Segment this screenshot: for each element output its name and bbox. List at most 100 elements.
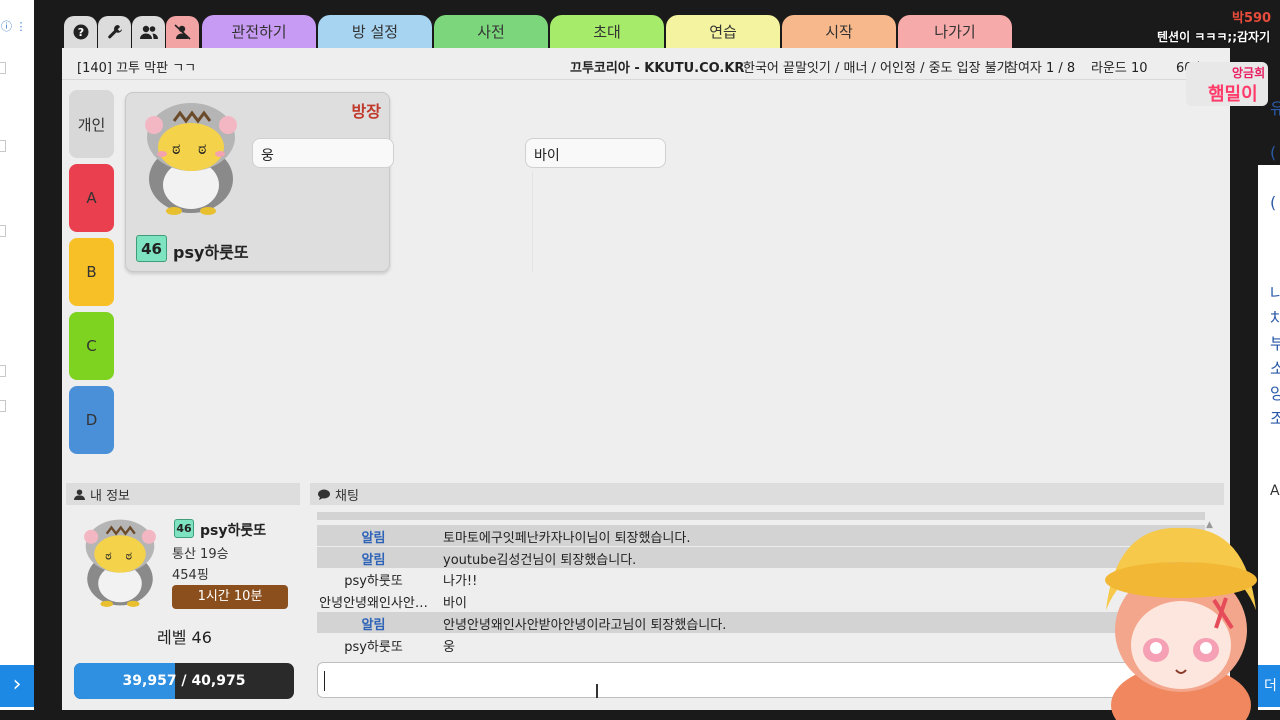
chat-sender: psy하룻또: [344, 574, 403, 589]
chat-title: 채팅: [335, 488, 359, 504]
chat-row: psy하룻또 웅: [317, 634, 1205, 655]
tab-room-settings[interactable]: 방 설정: [318, 15, 432, 48]
exp-text: 39,957 / 40,975: [122, 673, 246, 689]
panel-edge: [0, 62, 6, 74]
panel-char: 부: [1270, 334, 1280, 353]
panel-char: 나: [1270, 284, 1280, 303]
logo-text-top: 앙금희: [1232, 66, 1266, 80]
host-label: 방장: [351, 102, 381, 121]
tab-label: 나가기: [934, 23, 976, 41]
chat-row: 알림 토마토에구잇페난카자나이님이 퇴장했습니다. 오: [317, 525, 1205, 546]
chevron-right-icon[interactable]: ›: [0, 665, 34, 707]
empty-slot-speech-bubble: 바이: [525, 138, 666, 168]
chat-header: 채팅: [310, 483, 1224, 505]
level-badge: 46: [136, 235, 167, 262]
team-d-button[interactable]: D: [69, 386, 114, 454]
divider: [532, 172, 533, 272]
chat-bubble-icon: [318, 489, 330, 500]
team-label: D: [85, 411, 98, 429]
chat-sender: 알림: [361, 618, 386, 633]
tab-label: 시작: [825, 23, 853, 41]
svg-text:?: ?: [77, 26, 83, 39]
help-icon[interactable]: ?: [64, 16, 97, 48]
chat-row: 알림 youtube김성건님이 퇴장했습니다.: [317, 547, 1205, 568]
mouse-ibeam-cursor: [596, 684, 598, 698]
chat-input[interactable]: [317, 662, 1152, 698]
stream-chat-line: 텐션이 ㅋㅋㅋ;;감자기: [1157, 30, 1271, 44]
wrench-icon[interactable]: [98, 16, 131, 48]
bubble-text: 바이: [534, 148, 560, 164]
screen: { "topbar": { "icons": ["help-icon", "wr…: [0, 0, 1280, 720]
panel-edge: [0, 400, 6, 412]
info-icon: ⓘ ⋮: [1, 20, 27, 33]
exp-current: 39,957: [122, 673, 177, 689]
logo-text-main: 햄밀이: [1208, 84, 1258, 105]
users-icon[interactable]: [132, 16, 165, 48]
panel-char: 양: [1270, 384, 1280, 403]
level-badge-small: 46: [174, 519, 194, 538]
team-label: 개인: [77, 115, 106, 134]
chat-row: psy하룻또 나가!!: [317, 568, 1205, 589]
room-title: [140] 끄투 막판 ㄱㄱ: [77, 61, 197, 76]
chat-row: 알림 안녕안녕왜인사안받아안녕이라고님이 퇴장했습니다.: [317, 612, 1205, 633]
chat-sender: psy하룻또: [344, 640, 403, 655]
svg-text:ಠ: ಠ: [172, 139, 180, 158]
chat-message: youtube김성건님이 퇴장했습니다.: [443, 553, 637, 568]
team-a-button[interactable]: A: [69, 164, 114, 232]
streamer-logo: 앙금희 햄밀이: [1186, 62, 1268, 106]
chat-sender: 알림: [361, 553, 386, 568]
team-c-button[interactable]: C: [69, 312, 114, 380]
panel-char: A: [1270, 483, 1280, 499]
room-info-bar: [140] 끄투 막판 ㄱㄱ 끄투코리아 - KKUTU.CO.KR 한국어 끝…: [62, 48, 1230, 80]
chat-sender: 안녕안녕왜인사안…: [319, 596, 428, 611]
browser-left-panel: ⓘ ⋮: [0, 0, 34, 710]
win-record: 통산 19승: [172, 547, 229, 562]
panel-edge: [0, 140, 6, 152]
bubble-text: 웅: [261, 148, 274, 164]
chat-row: 안녕안녕왜인사안… 바이: [317, 590, 1205, 611]
tab-exit[interactable]: 나가기: [898, 15, 1012, 48]
team-solo-button[interactable]: 개인: [69, 90, 114, 158]
penguin-avatar: ಠ ಠ: [145, 103, 237, 215]
chat-message: 토마토에구잇페난카자나이님이 퇴장했습니다.: [443, 531, 691, 546]
panel-char: (: [1270, 143, 1277, 162]
team-label: C: [86, 337, 97, 355]
tab-invite[interactable]: 초대: [550, 15, 664, 48]
chat-message: 안녕안녕왜인사안받아안녕이라고님이 퇴장했습니다.: [443, 618, 727, 633]
player-speech-bubble: 웅: [252, 138, 394, 168]
panel-char: 유: [1270, 99, 1280, 118]
tab-practice[interactable]: 연습: [666, 15, 780, 48]
level-text: 레벨 46: [157, 628, 212, 647]
chat-row-partial: [317, 512, 1205, 520]
tab-label: 초대: [593, 23, 621, 41]
tab-label: 방 설정: [351, 23, 399, 41]
svg-text:ಠ: ಠ: [105, 547, 112, 562]
tab-label: 연습: [709, 23, 737, 41]
tab-start[interactable]: 시작: [782, 15, 896, 48]
my-info-title: 내 정보: [90, 488, 131, 504]
round-count: 라운드 10: [1091, 61, 1148, 76]
top-menu-bar: ? 관전하기 방 설정 사전 초대 연습 시작 나가기: [62, 12, 1230, 48]
player-card[interactable]: 방장 ಠ ಠ 46 psy하룻또: [125, 92, 390, 272]
panel-char: 조: [1270, 409, 1280, 428]
team-label: A: [86, 189, 97, 207]
room-mode: 한국어 끝말잇기 / 매너 / 어인정 / 중도 입장 불가: [743, 61, 1009, 76]
ping: 454핑: [172, 568, 209, 583]
panel-edge: [0, 365, 6, 377]
svg-text:ಠ: ಠ: [125, 547, 132, 562]
chat-sender: 알림: [361, 531, 386, 546]
panel-edge: [0, 225, 6, 237]
tab-dictionary[interactable]: 사전: [434, 15, 548, 48]
player-count: 참여자 1 / 8: [1006, 61, 1076, 76]
site-name: 끄투코리아 - KKUTU.CO.KR: [570, 61, 745, 76]
svg-text:ಠ: ಠ: [198, 139, 206, 158]
team-label: B: [86, 263, 97, 281]
my-info-header: 내 정보: [66, 483, 300, 505]
tab-spectate[interactable]: 관전하기: [202, 15, 316, 48]
user-block-icon[interactable]: [166, 16, 199, 48]
chat-message: 웅: [443, 640, 455, 655]
panel-char: (: [1270, 193, 1277, 212]
exp-bar: 39,957 / 40,975: [74, 663, 294, 699]
streamer-character-illustration: [1105, 527, 1257, 720]
team-b-button[interactable]: B: [69, 238, 114, 306]
